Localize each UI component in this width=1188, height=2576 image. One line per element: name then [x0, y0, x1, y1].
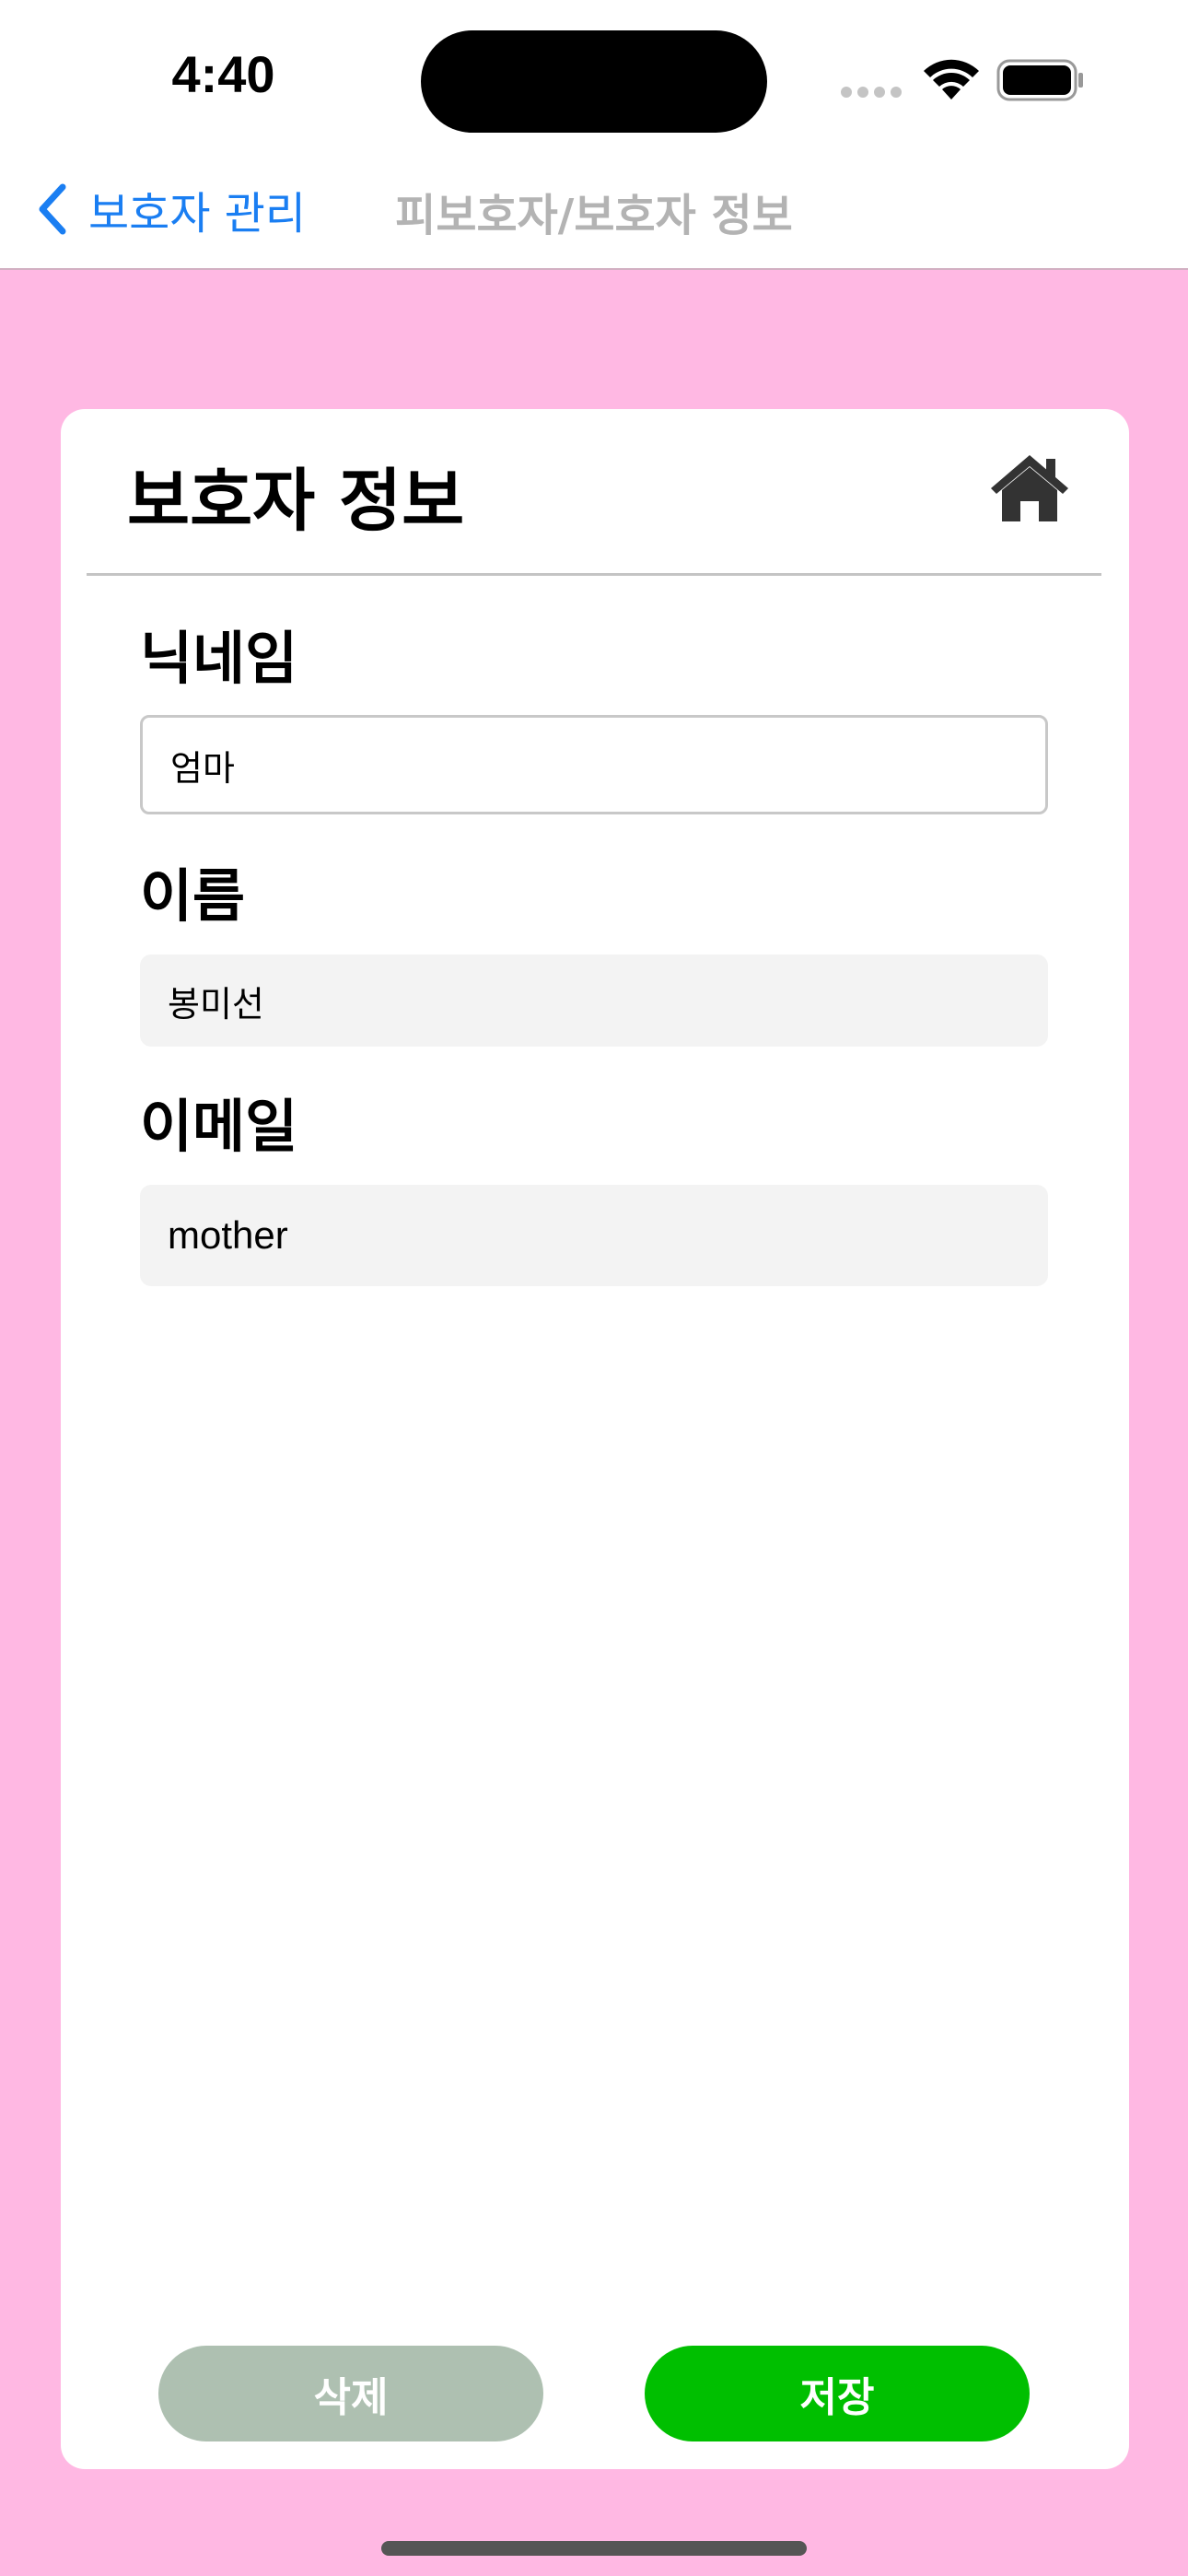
name-field: 봉미선 [140, 954, 1048, 1047]
nav-title: 피보호자/보호자 정보 [395, 190, 793, 241]
card-title: 보호자 정보 [127, 462, 465, 541]
back-button[interactable]: 보호자 관리 [33, 175, 306, 243]
guardian-info-card: 보호자 정보 닉네임 엄마 이름 봉미선 이메일 mother 삭제 저장 [61, 409, 1129, 2469]
status-time: 4:40 [171, 45, 275, 103]
cellular-signal-icon [841, 87, 902, 98]
battery-icon [996, 59, 1083, 101]
email-label: 이메일 [140, 1093, 298, 1160]
wifi-icon [924, 59, 979, 100]
back-button-label: 보호자 관리 [88, 188, 307, 240]
delete-button[interactable]: 삭제 [158, 2346, 543, 2441]
save-button[interactable]: 저장 [645, 2346, 1030, 2441]
chevron-left-icon [39, 183, 66, 235]
status-bar: 4:40 [0, 0, 1188, 157]
nickname-label: 닉네임 [140, 625, 298, 692]
card-divider [87, 573, 1101, 576]
dynamic-island [421, 30, 767, 133]
home-indicator[interactable] [381, 2541, 807, 2556]
home-icon[interactable] [989, 453, 1070, 523]
nickname-input[interactable]: 엄마 [140, 715, 1048, 814]
email-field: mother [140, 1185, 1048, 1286]
navigation-bar: 보호자 관리 피보호자/보호자 정보 [0, 157, 1188, 270]
name-label: 이름 [140, 862, 246, 930]
app-screen: 4:40 보호자 관리 피보호자/보호자 정보 보호자 정보 닉네임 엄마 이름… [0, 0, 1188, 2576]
